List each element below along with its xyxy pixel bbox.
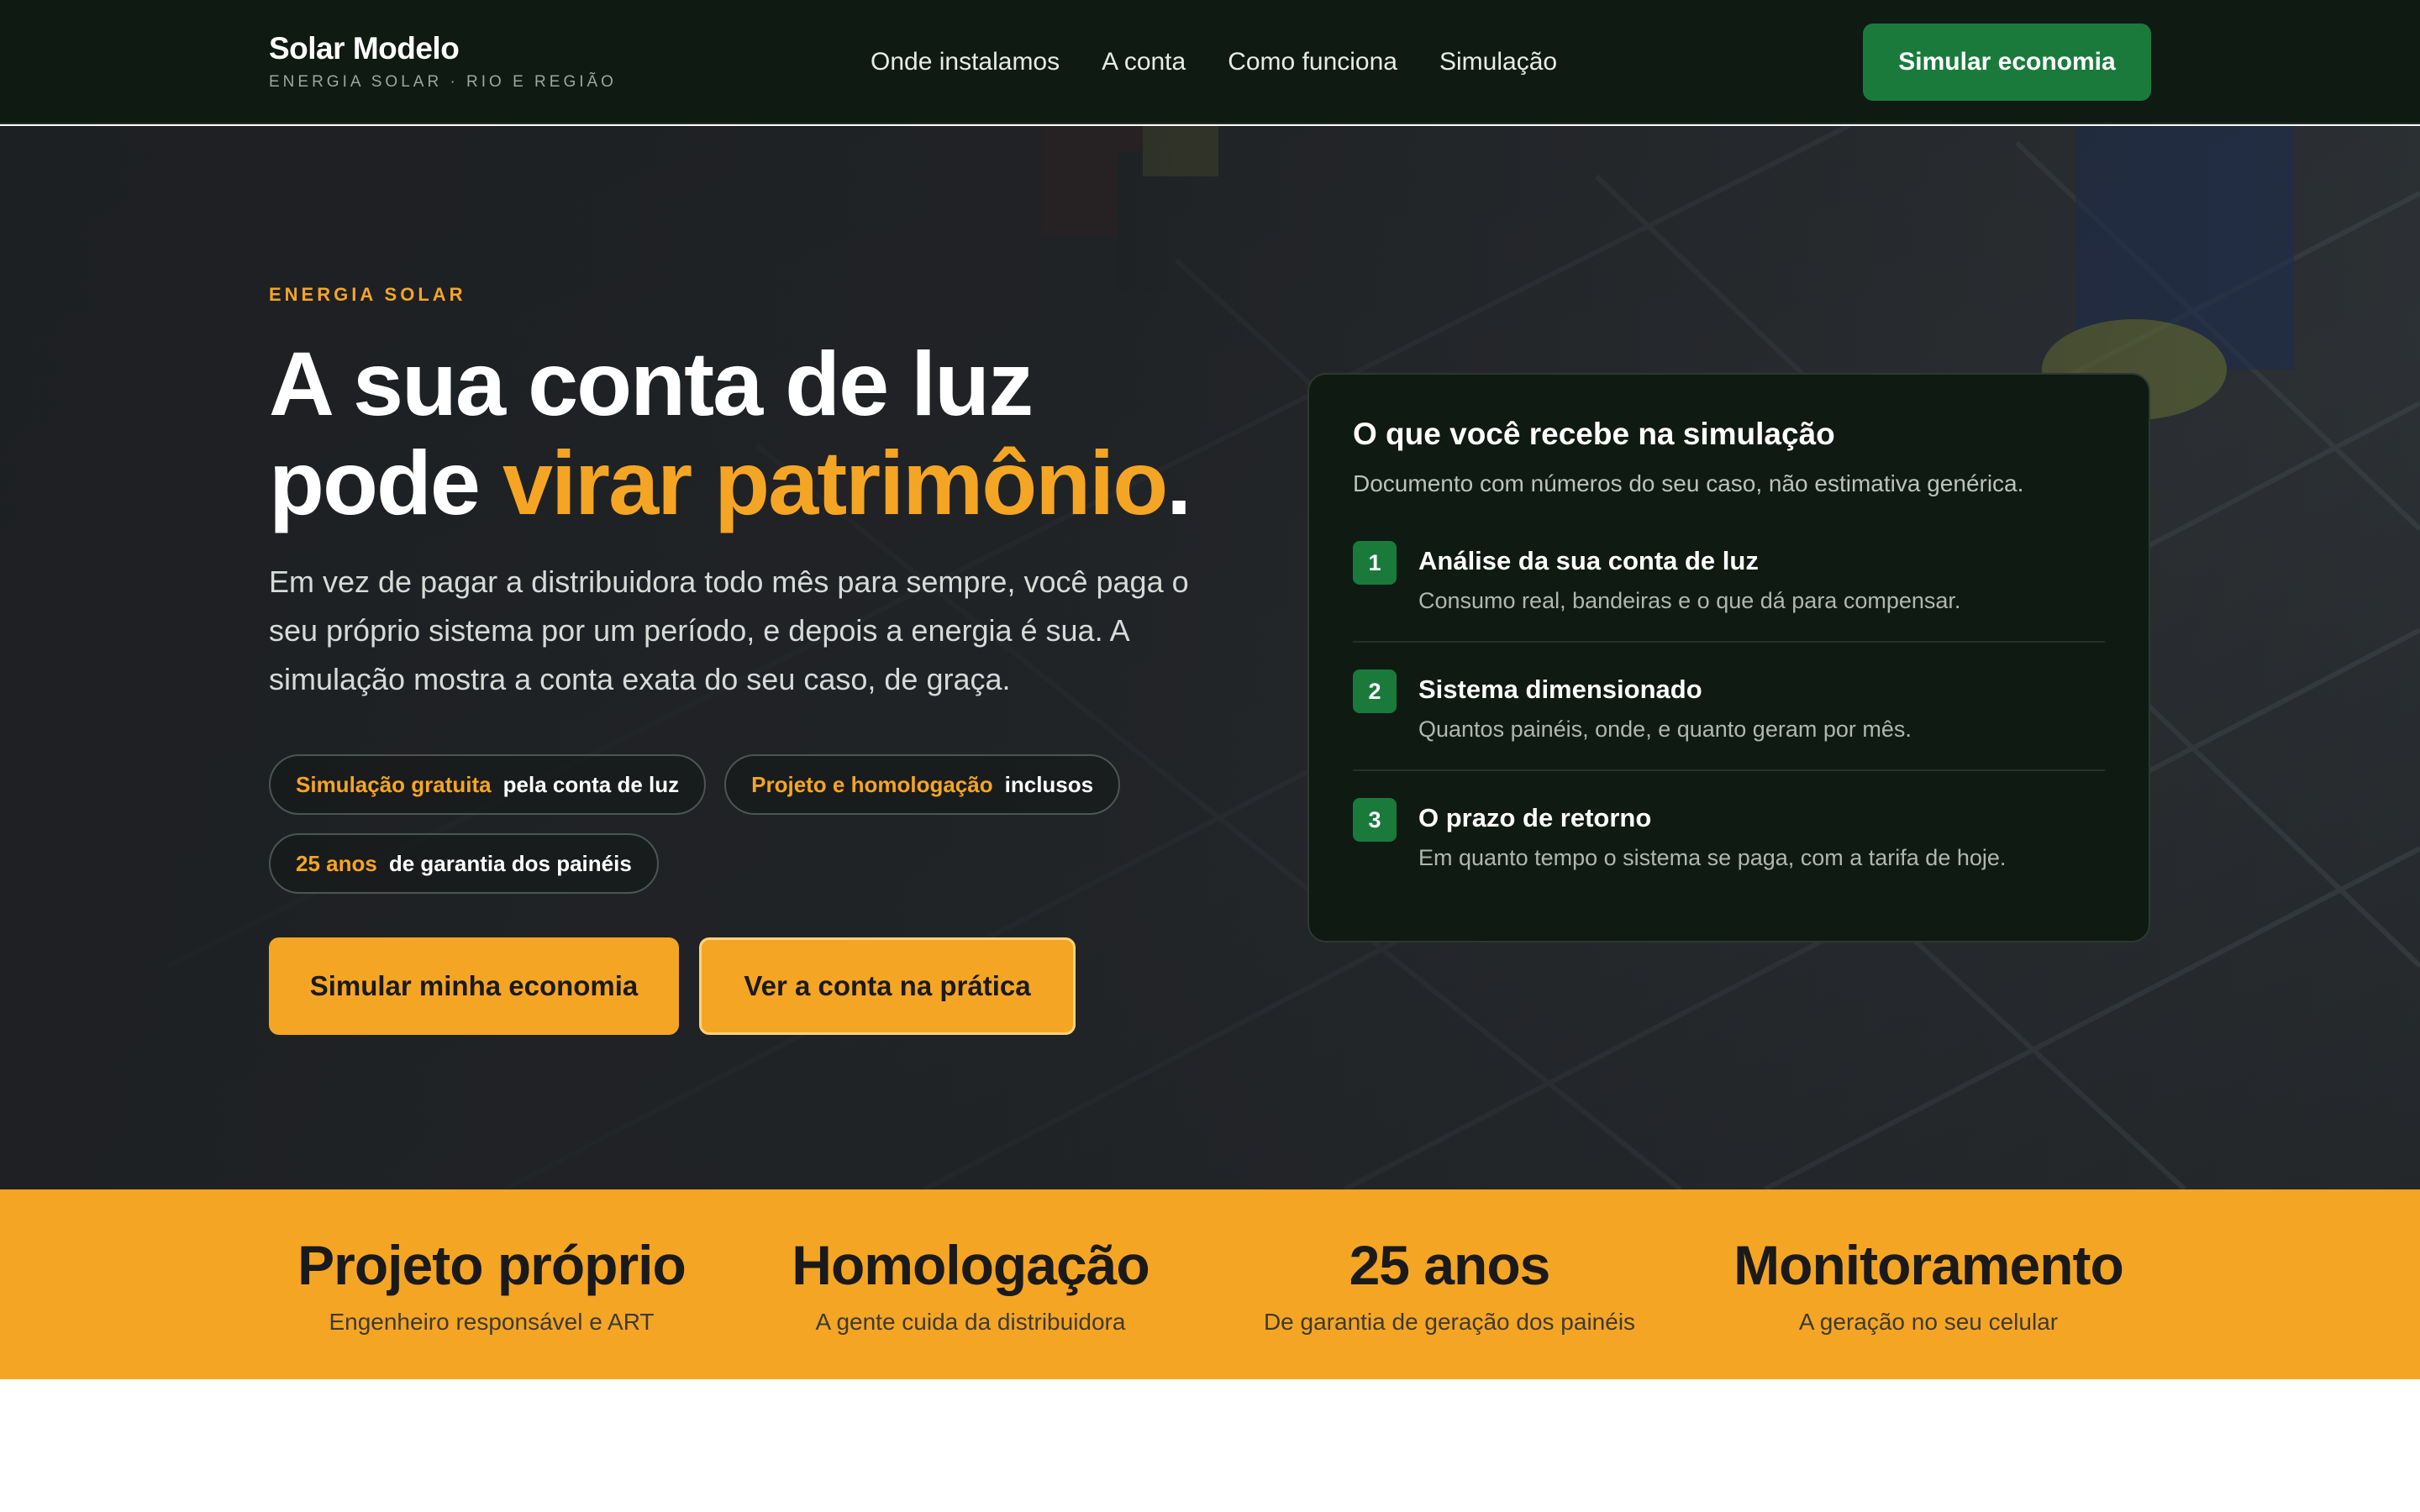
hero-title: A sua conta de luz pode virar patrimônio… <box>269 334 1277 533</box>
stat-description: Engenheiro responsável e ART <box>329 1309 655 1335</box>
steps-list: 1 Análise da sua conta de luz Consumo re… <box>1353 541 2105 898</box>
brand-name: Solar Modelo <box>269 31 460 66</box>
chip-rest: inclusos <box>1004 771 1094 797</box>
step-number-badge: 2 <box>1353 669 1397 713</box>
nav-link-como-funciona[interactable]: Como funciona <box>1228 48 1397 76</box>
step-description: Consumo real, bandeiras e o que dá para … <box>1418 588 1961 613</box>
stat-title: Monitoramento <box>1733 1234 2124 1296</box>
hero-title-line2-prefix: pode <box>269 432 502 533</box>
stat-description: A geração no seu celular <box>1798 1309 2059 1335</box>
card-subtitle: Documento com números do seu caso, não e… <box>1353 470 2024 496</box>
site-header: Solar Modelo ENERGIA SOLAR · RIO E REGIÃ… <box>0 0 2420 124</box>
chip-rest: de garantia dos painéis <box>388 850 632 876</box>
stat-title: Homologação <box>792 1234 1150 1296</box>
step-item: 1 Análise da sua conta de luz Consumo re… <box>1353 541 2105 641</box>
hero-title-line1: A sua conta de luz <box>269 333 1034 434</box>
stat-homologacao: Homologação A gente cuida da distribuido… <box>731 1189 1210 1379</box>
chip-garantia: 25 anos de garantia dos painéis <box>269 833 659 894</box>
nav-link-simulacao[interactable]: Simulação <box>1439 48 1557 76</box>
ver-conta-na-pratica-button[interactable]: Ver a conta na prática <box>699 937 1076 1035</box>
main-nav: Onde instalamos A conta Como funciona Si… <box>871 0 1557 124</box>
hero-description: Em vez de pagar a distribuidora todo mês… <box>269 564 1189 696</box>
stat-garantia: 25 anos De garantia de geração dos painé… <box>1210 1189 1689 1379</box>
brand[interactable]: Solar Modelo ENERGIA SOLAR · RIO E REGIÃ… <box>269 31 617 92</box>
chip-strong: 25 anos <box>296 850 377 876</box>
simulation-card: O que você recebe na simulação Documento… <box>1307 373 2150 942</box>
step-description: Quantos painéis, onde, e quanto geram po… <box>1418 717 1912 742</box>
step-title: Análise da sua conta de luz <box>1418 546 1759 575</box>
chip-projeto-homologacao: Projeto e homologação inclusos <box>724 754 1121 815</box>
step-title: Sistema dimensionado <box>1418 675 1702 704</box>
step-item: 2 Sistema dimensionado Quantos painéis, … <box>1353 641 2105 769</box>
stat-description: De garantia de geração dos painéis <box>1263 1309 1636 1335</box>
step-title: O prazo de retorno <box>1418 803 1652 832</box>
stats-band: Projeto próprio Engenheiro responsável e… <box>0 1189 2420 1379</box>
chip-simulacao-gratuita: Simulação gratuita pela conta de luz <box>269 754 707 815</box>
step-number-badge: 1 <box>1353 541 1397 585</box>
step-item: 3 O prazo de retorno Em quanto tempo o s… <box>1353 769 2105 898</box>
hero-title-line2-suffix: . <box>1166 432 1192 533</box>
hero-section: ENERGIA SOLAR A sua conta de luz pode vi… <box>0 126 2420 1189</box>
chip-strong: Projeto e homologação <box>751 771 993 797</box>
hero-title-accent: virar patrimônio <box>502 432 1168 533</box>
simular-minha-economia-button[interactable]: Simular minha economia <box>269 937 679 1035</box>
stat-title: Projeto próprio <box>297 1234 687 1296</box>
card-title: O que você recebe na simulação <box>1353 417 1835 451</box>
feature-chips: Simulação gratuita pela conta de luz Pro… <box>269 754 1193 894</box>
nav-link-a-conta[interactable]: A conta <box>1102 48 1186 76</box>
stat-monitoramento: Monitoramento A geração no seu celular <box>1689 1189 2168 1379</box>
nav-link-onde-instalamos[interactable]: Onde instalamos <box>871 48 1060 76</box>
hero-eyebrow: ENERGIA SOLAR <box>269 284 466 305</box>
stat-projeto-proprio: Projeto próprio Engenheiro responsável e… <box>252 1189 731 1379</box>
chip-rest: pela conta de luz <box>502 771 680 797</box>
stat-description: A gente cuida da distribuidora <box>815 1309 1126 1335</box>
simular-economia-button[interactable]: Simular economia <box>1863 24 2151 101</box>
brand-tagline: ENERGIA SOLAR · RIO E REGIÃO <box>269 73 617 91</box>
stat-title: 25 anos <box>1349 1234 1551 1296</box>
step-description: Em quanto tempo o sistema se paga, com a… <box>1418 845 2007 870</box>
step-number-badge: 3 <box>1353 798 1397 842</box>
chip-strong: Simulação gratuita <box>296 771 492 797</box>
